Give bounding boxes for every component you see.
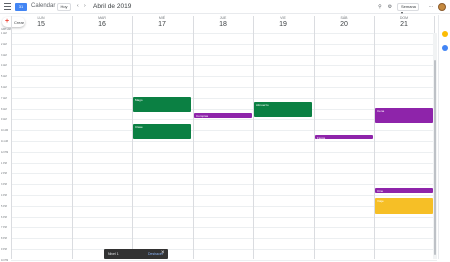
calendar-event[interactable]: Cine	[375, 188, 433, 193]
day-date[interactable]: 16	[72, 20, 132, 29]
hour-gridline	[11, 260, 437, 261]
calendar-event[interactable]: Almuerzo	[254, 102, 312, 117]
event-title: Cena	[377, 109, 385, 113]
day-divider	[193, 16, 194, 259]
event-title: Viaje	[377, 199, 384, 203]
top-app-bar: 31 Calendar Hoy ‹ › Abril de 2019 ⚲ ⚙ Se…	[0, 0, 450, 15]
hour-label: 6 PM	[1, 216, 7, 219]
avatar[interactable]	[438, 3, 446, 11]
hour-label: 2 PM	[1, 172, 7, 175]
view-selector[interactable]: Semana ▾	[397, 3, 419, 15]
chevron-left-icon[interactable]: ‹	[77, 3, 79, 9]
hour-label: 1 PM	[1, 162, 7, 165]
calendar-event[interactable]: Clase	[133, 124, 191, 139]
hour-label: 11 AM	[1, 140, 8, 143]
calendar-event[interactable]: Mago	[133, 97, 191, 112]
close-icon[interactable]: ×	[161, 250, 165, 256]
hour-label: 3 AM	[1, 54, 7, 57]
view-selector-label: Semana	[401, 4, 416, 9]
hour-label: 12 PM	[1, 151, 9, 154]
hour-label: 6 AM	[1, 86, 7, 89]
timezone-label: GMT+02	[1, 28, 11, 31]
tasks-icon[interactable]	[442, 45, 448, 51]
today-button[interactable]: Hoy	[57, 3, 71, 11]
calendar-logo-icon: 31	[15, 3, 27, 11]
day-date[interactable]: 19	[253, 20, 313, 29]
day-header[interactable]: Lun 15	[11, 16, 71, 32]
keep-icon[interactable]	[442, 31, 448, 37]
hamburger-icon[interactable]	[4, 3, 11, 10]
hour-label: 3 PM	[1, 183, 7, 186]
day-header[interactable]: Dom 21	[374, 16, 434, 32]
calendar-event[interactable]: Cena	[375, 108, 433, 123]
hour-label: 7 PM	[1, 226, 7, 229]
chevron-right-icon[interactable]: ›	[84, 3, 86, 9]
day-header[interactable]: Sáb 20	[314, 16, 374, 32]
day-date[interactable]: 15	[11, 20, 71, 29]
snackbar: Nivel 1 Deshacer ×	[104, 249, 168, 259]
hour-label: 10 AM	[1, 129, 9, 132]
event-title: Cine	[377, 189, 384, 193]
day-header[interactable]: Mié 17	[132, 16, 192, 32]
current-month-label: Abril de 2019	[93, 3, 132, 10]
hour-label: 1 AM	[1, 32, 7, 35]
hour-label: 8 AM	[1, 108, 7, 111]
event-title: Clase	[135, 125, 143, 129]
event-title: Almuerzo	[256, 103, 269, 107]
hour-label: 4 PM	[1, 194, 7, 197]
day-divider	[11, 16, 12, 259]
day-date[interactable]: 21	[374, 20, 434, 29]
side-panel	[438, 15, 450, 259]
hour-label: 2 AM	[1, 43, 7, 46]
hour-label: 8 PM	[1, 237, 7, 240]
hour-label: 7 AM	[1, 97, 7, 100]
calendar-event[interactable]: Fiesta	[315, 135, 373, 139]
apps-grid-icon[interactable]: ⋯	[428, 4, 434, 10]
event-title: Fiesta	[317, 136, 326, 139]
scrollbar-thumb[interactable]	[434, 60, 436, 255]
day-header[interactable]: Vie 19	[253, 16, 313, 32]
app-title: Calendar	[31, 3, 56, 9]
event-title: Compras	[196, 114, 209, 118]
day-header[interactable]: Jue 18	[193, 16, 253, 32]
day-divider	[253, 16, 254, 259]
hour-label: 5 AM	[1, 75, 7, 78]
hour-label: 9 AM	[1, 118, 7, 121]
calendar-event[interactable]: Viaje	[375, 198, 433, 214]
plus-icon: +	[5, 18, 10, 25]
gear-icon[interactable]: ⚙	[387, 4, 393, 10]
snackbar-message: Nivel 1	[108, 252, 119, 256]
day-divider	[374, 16, 375, 259]
day-date[interactable]: 18	[193, 20, 253, 29]
hour-label: 4 AM	[1, 64, 7, 67]
day-divider	[72, 16, 73, 259]
day-date[interactable]: 20	[314, 20, 374, 29]
hour-label: 9 PM	[1, 248, 7, 251]
hour-label: 5 PM	[1, 205, 7, 208]
day-date[interactable]: 17	[132, 20, 192, 29]
search-icon[interactable]: ⚲	[377, 4, 383, 10]
week-grid[interactable]: 1 AM 2 AM 3 AM 4 AM 5 AM 6 AM 7 AM 8 AM 9 AM 10 A…	[1, 16, 437, 262]
day-header[interactable]: Mar 16	[72, 16, 132, 32]
event-title: Mago	[135, 98, 143, 102]
calendar-event[interactable]: Compras	[194, 113, 252, 118]
